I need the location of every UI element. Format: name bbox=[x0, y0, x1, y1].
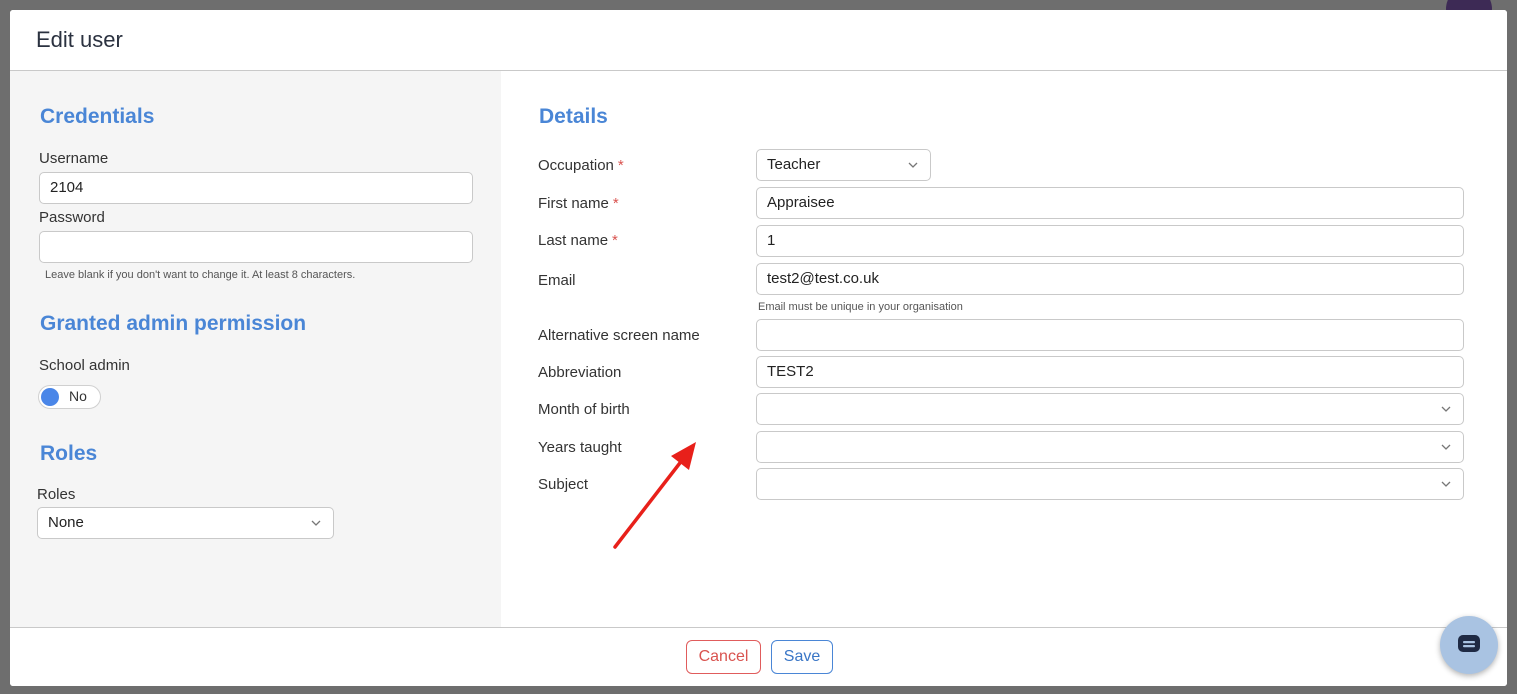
email-hint: Email must be unique in your organisatio… bbox=[758, 301, 963, 313]
required-mark: * bbox=[617, 157, 624, 174]
username-input[interactable]: 2104 bbox=[39, 172, 473, 204]
subject-select[interactable] bbox=[756, 468, 1464, 500]
alt-screen-name-label: Alternative screen name bbox=[538, 327, 700, 344]
password-input[interactable] bbox=[39, 231, 473, 263]
required-mark: * bbox=[612, 195, 619, 212]
first-name-input[interactable]: Appraisee bbox=[756, 187, 1464, 219]
email-input[interactable]: test2@test.co.uk bbox=[756, 263, 1464, 295]
month-of-birth-select[interactable] bbox=[756, 393, 1464, 425]
roles-selected: None bbox=[48, 514, 84, 531]
save-button[interactable]: Save bbox=[771, 640, 833, 674]
toggle-knob bbox=[41, 388, 59, 406]
password-hint: Leave blank if you don't want to change … bbox=[45, 269, 356, 281]
occupation-label: Occupation * bbox=[538, 157, 624, 174]
subject-label: Subject bbox=[538, 476, 589, 493]
month-of-birth-label: Month of birth bbox=[538, 401, 630, 418]
edit-user-modal: Edit user Credentials Username 2104 Pass… bbox=[10, 10, 1507, 686]
username-label: Username bbox=[39, 150, 109, 167]
chevron-down-icon bbox=[311, 520, 321, 526]
roles-select[interactable]: None bbox=[37, 507, 334, 539]
chevron-down-icon bbox=[1441, 406, 1451, 412]
abbreviation-label: Abbreviation bbox=[538, 364, 622, 381]
annotation-arrow bbox=[613, 442, 696, 549]
details-title: Details bbox=[539, 105, 608, 128]
required-mark: * bbox=[612, 232, 618, 249]
chevron-down-icon bbox=[1441, 481, 1451, 487]
abbreviation-input[interactable]: TEST2 bbox=[756, 356, 1464, 388]
admin-permission-title: Granted admin permission bbox=[40, 312, 307, 335]
toggle-text: No bbox=[69, 388, 87, 404]
alt-screen-name-input[interactable] bbox=[756, 319, 1464, 351]
modal-title: Edit user bbox=[36, 27, 123, 52]
credentials-title: Credentials bbox=[40, 105, 155, 128]
chevron-down-icon bbox=[908, 162, 918, 168]
cancel-button[interactable]: Cancel bbox=[686, 640, 761, 674]
occupation-select[interactable]: Teacher bbox=[756, 149, 931, 181]
years-taught-select[interactable] bbox=[756, 431, 1464, 463]
occupation-value: Teacher bbox=[767, 156, 821, 173]
school-admin-toggle[interactable]: No bbox=[38, 385, 101, 409]
roles-label: Roles bbox=[37, 486, 76, 503]
school-admin-label: School admin bbox=[39, 357, 130, 374]
last-name-label: Last name * bbox=[538, 232, 618, 249]
password-label: Password bbox=[39, 209, 105, 226]
last-name-input[interactable]: 1 bbox=[756, 225, 1464, 257]
first-name-label: First name * bbox=[538, 195, 619, 212]
chevron-down-icon bbox=[1441, 444, 1451, 450]
chat-icon bbox=[1458, 635, 1480, 652]
roles-title: Roles bbox=[40, 442, 98, 465]
chat-button[interactable] bbox=[1440, 616, 1498, 674]
email-label: Email bbox=[538, 272, 576, 289]
modal-header: Edit user bbox=[10, 10, 1507, 71]
modal-footer: Cancel Save bbox=[10, 627, 1507, 686]
